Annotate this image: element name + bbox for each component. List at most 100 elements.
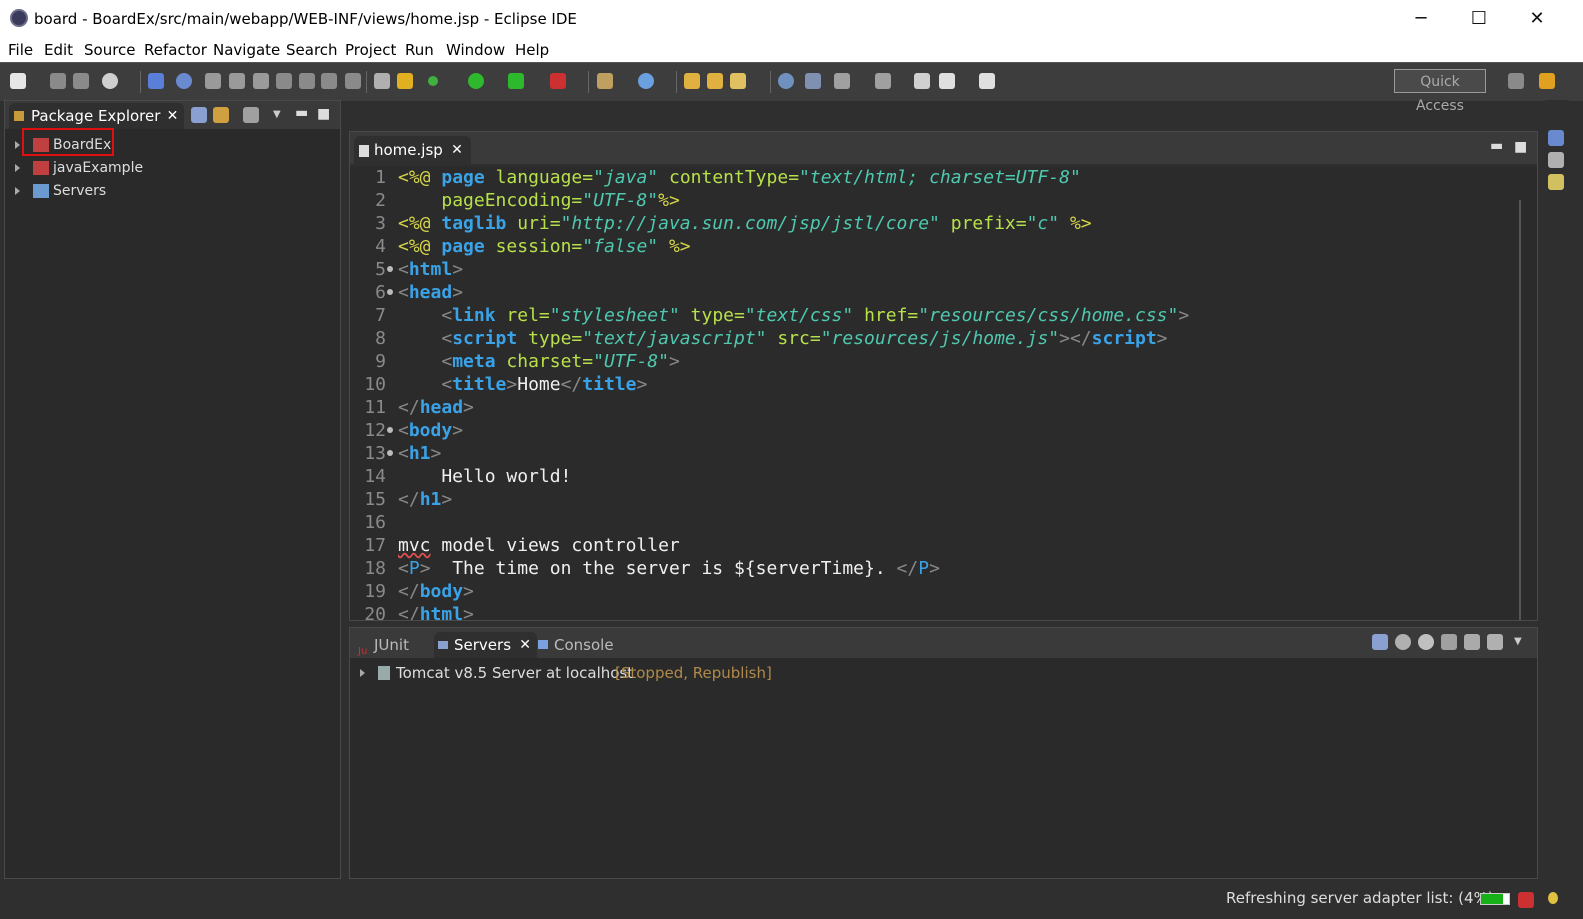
expand-arrow-icon[interactable]: [15, 141, 20, 149]
line-number: 10: [364, 374, 386, 395]
menu-file[interactable]: File: [8, 41, 33, 59]
step-over-icon[interactable]: [321, 73, 337, 89]
line-number: 4: [375, 236, 386, 257]
run-icon[interactable]: [468, 73, 484, 89]
search-icon[interactable]: [730, 73, 746, 89]
profile-server-icon[interactable]: [1441, 634, 1457, 650]
publish-icon[interactable]: [1487, 634, 1503, 650]
expand-arrow-icon[interactable]: [15, 164, 20, 172]
collapse-all-icon[interactable]: [1372, 634, 1388, 650]
palette-icon[interactable]: [1548, 174, 1564, 190]
close-icon[interactable]: ✕: [451, 136, 463, 164]
maximize-view-icon[interactable]: ■: [1514, 140, 1530, 156]
tab-label: Servers: [454, 636, 512, 654]
pin-icon[interactable]: [834, 73, 850, 89]
terminal-icon[interactable]: [148, 73, 164, 89]
new-icon[interactable]: [10, 73, 26, 89]
back-history-icon[interactable]: [914, 73, 930, 89]
next-annotation-icon[interactable]: [397, 73, 413, 89]
back-icon[interactable]: [939, 73, 955, 89]
web-browser-icon[interactable]: [638, 73, 654, 89]
run-external-icon[interactable]: [508, 73, 524, 89]
code-editor[interactable]: 1 <%@ page language="java" contentType="t…: [350, 166, 1537, 620]
collapse-all-icon[interactable]: [191, 107, 207, 123]
close-icon[interactable]: ✕: [519, 632, 531, 658]
debug-icon[interactable]: [428, 76, 438, 86]
link-editor-icon[interactable]: [213, 107, 229, 123]
tab-console[interactable]: Console: [536, 632, 614, 658]
coverage-icon[interactable]: [550, 73, 566, 89]
expand-arrow-icon[interactable]: [360, 669, 365, 677]
menu-edit[interactable]: Edit: [44, 41, 73, 59]
start-server-icon[interactable]: [1418, 634, 1434, 650]
code-line: <%@ page language="java" contentType="te…: [398, 167, 1081, 188]
quick-access-input[interactable]: Quick Access: [1394, 69, 1486, 114]
code-line: <%@ taglib uri="http://java.sun.com/jsp/…: [398, 213, 1092, 234]
fold-icon[interactable]: [387, 450, 393, 456]
open-type-icon[interactable]: [684, 73, 700, 89]
view-menu-icon[interactable]: ▼: [273, 107, 289, 123]
java-ee-perspective-icon[interactable]: [1539, 73, 1555, 89]
view-menu-icon[interactable]: ▼: [1514, 634, 1530, 650]
menu-search[interactable]: Search: [286, 41, 338, 59]
task-list-icon[interactable]: [1548, 152, 1564, 168]
globe-icon[interactable]: [778, 73, 794, 89]
tomcat-server-icon: [378, 666, 390, 680]
terminate-icon[interactable]: [253, 73, 269, 89]
step-return-icon[interactable]: [345, 73, 361, 89]
minimize-button[interactable]: ─: [1398, 4, 1444, 34]
expand-arrow-icon[interactable]: [15, 187, 20, 195]
minimize-view-icon[interactable]: ▬: [1490, 139, 1506, 156]
line-number: 5: [375, 259, 386, 280]
vertical-scrollbar[interactable]: [1519, 200, 1521, 620]
save-all-icon[interactable]: [73, 73, 89, 89]
fold-icon[interactable]: [387, 266, 393, 272]
minimize-view-icon[interactable]: ▬: [295, 106, 311, 123]
cancel-operation-icon[interactable]: [1518, 892, 1534, 908]
code-line: <h1>: [398, 443, 442, 464]
maximize-button[interactable]: ☐: [1456, 4, 1502, 34]
maximize-view-icon[interactable]: ■: [317, 107, 333, 123]
open-task-icon[interactable]: [374, 73, 390, 89]
tab-servers[interactable]: Servers ✕: [434, 632, 538, 658]
fold-icon[interactable]: [387, 427, 393, 433]
menu-project[interactable]: Project: [345, 41, 396, 59]
close-button[interactable]: ✕: [1514, 4, 1560, 34]
tab-home-jsp[interactable]: home.jsp ✕: [354, 136, 471, 164]
junit-icon: Ju: [358, 646, 368, 657]
tab-package-explorer[interactable]: Package Explorer ✕: [9, 103, 185, 129]
gear-icon[interactable]: [805, 73, 821, 89]
debug-server-icon[interactable]: [1395, 634, 1411, 650]
line-number: 8: [375, 328, 386, 349]
menu-run[interactable]: Run: [405, 41, 434, 59]
stop-server-icon[interactable]: [1464, 634, 1480, 650]
save-icon[interactable]: [50, 73, 66, 89]
menu-refactor[interactable]: Refactor: [144, 41, 207, 59]
disconnect-icon[interactable]: [276, 73, 292, 89]
step-into-icon[interactable]: [299, 73, 315, 89]
focus-icon[interactable]: [243, 107, 259, 123]
last-edit-icon[interactable]: [875, 73, 891, 89]
menu-help[interactable]: Help: [515, 41, 549, 59]
outline-icon[interactable]: [1548, 130, 1564, 146]
close-icon[interactable]: ✕: [167, 103, 179, 129]
line-number: 15: [364, 489, 386, 510]
menu-navigate[interactable]: Navigate: [213, 41, 280, 59]
skip-breakpoints-icon[interactable]: [176, 73, 192, 89]
code-line: <%@ page session="false" %>: [398, 236, 691, 257]
forward-icon[interactable]: [979, 73, 995, 89]
open-resource-icon[interactable]: [707, 73, 723, 89]
package-explorer-panel: Package Explorer ✕ ▼ ▬ ■ BoardEx javaExa…: [4, 100, 341, 879]
console-icon: [538, 640, 548, 649]
new-server-icon[interactable]: [597, 73, 613, 89]
line-number: 12: [364, 420, 386, 441]
fold-icon[interactable]: [387, 289, 393, 295]
resume-icon[interactable]: [205, 73, 221, 89]
open-perspective-icon[interactable]: [1508, 73, 1524, 89]
tab-junit[interactable]: Ju JUnit: [356, 632, 409, 658]
suspend-icon[interactable]: [229, 73, 245, 89]
menu-source[interactable]: Source: [84, 41, 136, 59]
menu-window[interactable]: Window: [446, 41, 505, 59]
profile-icon[interactable]: [102, 73, 118, 89]
lightbulb-icon[interactable]: [1548, 892, 1558, 904]
